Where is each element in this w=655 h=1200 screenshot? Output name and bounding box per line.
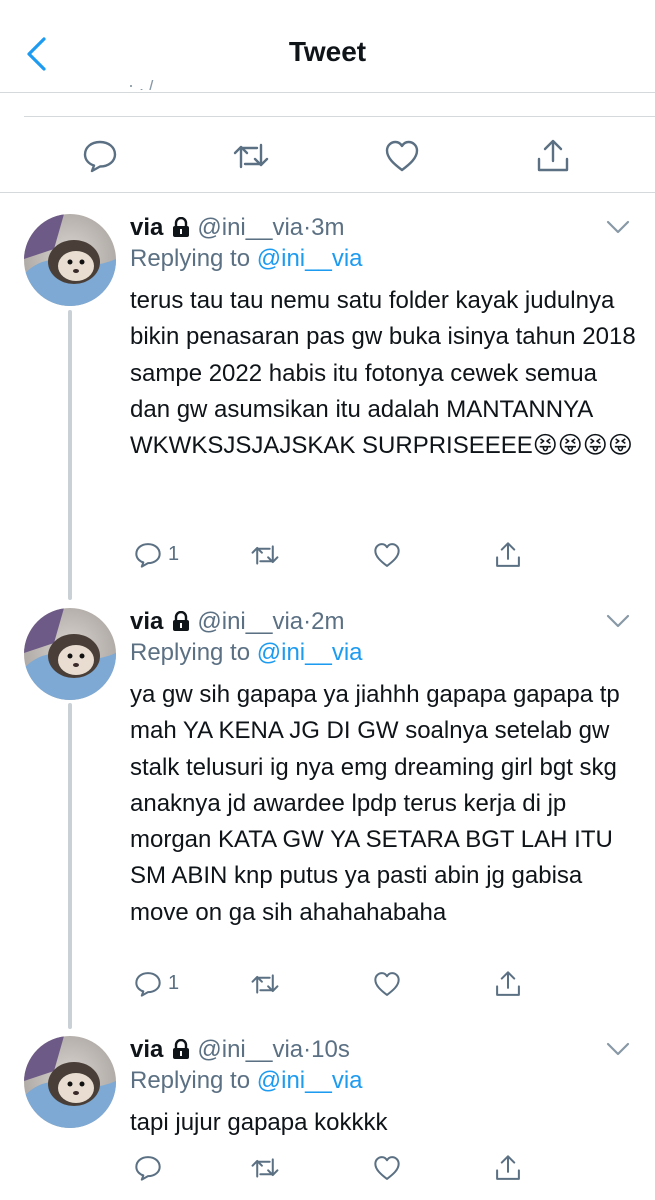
timestamp[interactable]: 10s	[311, 1036, 350, 1063]
reply-button[interactable]	[82, 139, 118, 173]
chevron-down-icon	[606, 220, 630, 234]
avatar[interactable]	[24, 1036, 116, 1128]
reply-icon	[135, 972, 161, 997]
avatar[interactable]	[24, 608, 116, 700]
reply-count: 1	[168, 972, 180, 994]
tweet-action-bar	[130, 1154, 530, 1184]
tweet-options-button[interactable]	[606, 1042, 630, 1056]
share-icon	[496, 542, 520, 567]
tweet-action-bar: 1	[130, 970, 530, 1000]
reply-button[interactable]	[134, 541, 162, 569]
retweet-button[interactable]	[251, 541, 279, 569]
navigation-bar: Tweet	[0, 0, 655, 92]
separator-dot: ·	[303, 608, 312, 635]
replying-to-label: Replying to	[130, 245, 251, 272]
retweet-icon	[233, 143, 269, 169]
reply-icon	[135, 543, 161, 568]
like-icon	[385, 140, 419, 172]
share-icon	[496, 971, 520, 996]
replying-to-label: Replying to	[130, 639, 251, 666]
reply-icon	[83, 140, 117, 173]
tweet-text: ya gw sih gapapa ya jiahhh gapapa gapapa…	[130, 681, 620, 926]
lock-icon	[173, 611, 190, 631]
like-icon	[374, 972, 400, 996]
tweet-header: via @ini__via·10s	[130, 1034, 350, 1066]
user-handle[interactable]: @ini__via	[197, 608, 303, 635]
like-icon	[374, 1156, 400, 1180]
tweet-options-button[interactable]	[606, 220, 630, 234]
replying-to: Replying to @ini__via	[130, 1064, 363, 1098]
share-button[interactable]	[535, 139, 571, 173]
previous-content-fragment: · , /	[128, 80, 154, 90]
share-icon	[537, 139, 569, 172]
like-button[interactable]	[384, 139, 420, 173]
hedgehog-avatar-image	[24, 608, 116, 700]
replying-to-mention[interactable]: @ini__via	[257, 245, 363, 272]
user-handle[interactable]: @ini__via	[197, 1036, 303, 1063]
like-button[interactable]	[373, 970, 401, 998]
reply-tweet[interactable]: via @ini__via·10s Replying to @ini__via t…	[0, 1034, 655, 1200]
reply-tweet[interactable]: via @ini__via·2m Replying to @ini__via ya…	[0, 606, 655, 1006]
retweet-icon	[251, 545, 279, 565]
user-handle[interactable]: @ini__via	[197, 214, 303, 241]
tweet-text: tapi jujur gapapa kokkkk	[130, 1109, 388, 1136]
separator-dot: ·	[303, 1036, 312, 1063]
header-divider	[0, 92, 655, 93]
actions-divider	[0, 192, 655, 193]
avatar[interactable]	[24, 214, 116, 306]
display-name[interactable]: via	[130, 214, 163, 241]
chevron-down-icon	[606, 1042, 630, 1056]
reply-tweet[interactable]: via @ini__via·3m Replying to @ini__via te…	[0, 212, 655, 587]
lock-icon	[173, 217, 190, 237]
reply-count: 1	[168, 543, 180, 565]
share-icon	[496, 1155, 520, 1180]
retweet-icon	[251, 1158, 279, 1178]
display-name[interactable]: via	[130, 1036, 163, 1063]
page-title: Tweet	[288, 36, 367, 67]
share-button[interactable]	[494, 541, 522, 569]
hedgehog-avatar-image	[24, 214, 116, 306]
share-button[interactable]	[494, 1154, 522, 1182]
display-name[interactable]: via	[130, 608, 163, 635]
lock-icon	[173, 1039, 190, 1059]
retweet-button[interactable]	[233, 139, 269, 173]
replying-to-mention[interactable]: @ini__via	[257, 639, 363, 666]
retweet-button[interactable]	[251, 970, 279, 998]
share-button[interactable]	[494, 970, 522, 998]
like-button[interactable]	[373, 1154, 401, 1182]
replying-to: Replying to @ini__via	[130, 636, 363, 670]
tweet-header: via @ini__via·2m	[130, 606, 344, 638]
replying-to-mention[interactable]: @ini__via	[257, 1067, 363, 1094]
tweet-text: terus tau tau nemu satu folder kayak jud…	[130, 287, 636, 460]
like-icon	[374, 543, 400, 567]
tweet-action-bar: 1	[130, 541, 530, 571]
hedgehog-avatar-image	[24, 1036, 116, 1128]
reply-icon	[135, 1156, 161, 1181]
like-button[interactable]	[373, 541, 401, 569]
separator-dot: ·	[303, 214, 312, 241]
reply-button[interactable]	[134, 1154, 162, 1182]
retweet-button[interactable]	[251, 1154, 279, 1182]
retweet-icon	[251, 974, 279, 994]
timestamp[interactable]: 3m	[311, 214, 344, 241]
replying-to: Replying to @ini__via	[130, 242, 363, 276]
tweet-options-button[interactable]	[606, 614, 630, 628]
reply-button[interactable]	[134, 970, 162, 998]
timestamp[interactable]: 2m	[311, 608, 344, 635]
tweet-header: via @ini__via·3m	[130, 212, 344, 244]
chevron-down-icon	[606, 614, 630, 628]
replying-to-label: Replying to	[130, 1067, 251, 1094]
main-tweet-action-bar	[24, 116, 655, 193]
